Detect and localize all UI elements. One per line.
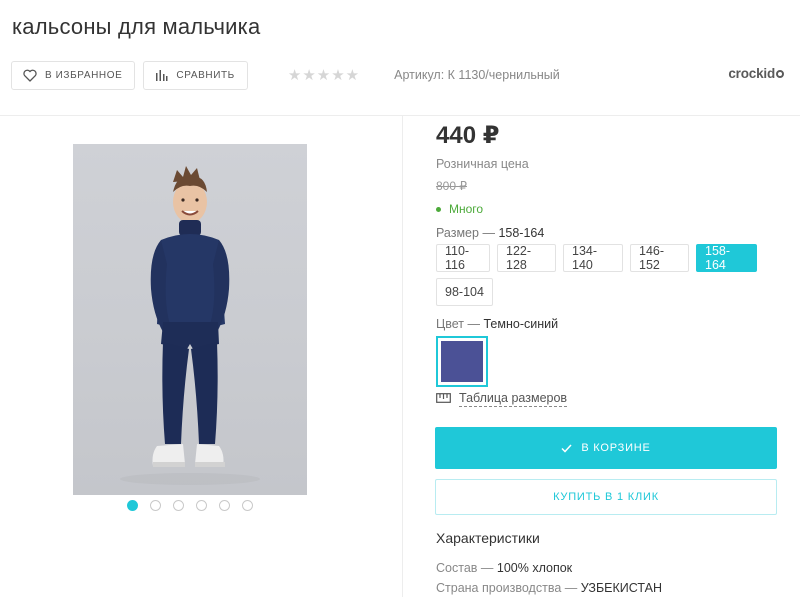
characteristics-title: Характеристики — [436, 530, 540, 546]
ruler-icon — [436, 392, 451, 406]
characteristic-separator: — — [564, 581, 578, 595]
stock-status: Много — [436, 202, 483, 216]
product-photo[interactable] — [73, 144, 307, 495]
column-divider — [402, 116, 403, 597]
page-title: кальсоны для мальчика — [12, 14, 261, 39]
size-separator: — — [482, 226, 495, 240]
size-label: Размер — [436, 226, 479, 240]
gallery-dot[interactable] — [219, 500, 230, 511]
size-option[interactable]: 122-128 — [497, 244, 556, 272]
boy-figure-illustration — [120, 166, 260, 485]
heart-icon — [23, 69, 37, 82]
in-cart-label: В КОРЗИНЕ — [581, 442, 651, 454]
color-label: Цвет — [436, 317, 465, 331]
gallery-dot[interactable] — [242, 500, 253, 511]
price: 440 ₽ — [436, 122, 500, 149]
compare-button[interactable]: СРАВНИТЬ — [143, 60, 248, 90]
gallery-dot[interactable] — [127, 500, 138, 511]
rating-stars[interactable]: ★ ★ ★ ★ ★ — [288, 66, 360, 84]
size-option[interactable]: 98-104 — [436, 278, 493, 306]
gallery-dots — [127, 500, 265, 511]
stock-label: Много — [449, 202, 484, 216]
size-option[interactable]: 146-152 — [630, 244, 689, 272]
brand-logo[interactable]: crockid — [728, 66, 784, 81]
color-heading: Цвет — Темно-синий — [436, 317, 558, 331]
characteristic-value: 100% хлопок — [496, 561, 573, 575]
gallery-dot[interactable] — [150, 500, 161, 511]
favorite-label: В ИЗБРАННОЕ — [45, 69, 123, 81]
star-icon[interactable]: ★ — [302, 66, 315, 84]
brand-name: crockid — [728, 66, 775, 81]
bar-chart-icon — [155, 69, 168, 81]
color-separator: — — [467, 317, 481, 331]
header-divider — [0, 115, 800, 116]
color-selected-value: Темно-синий — [483, 317, 559, 331]
color-swatch-selected[interactable] — [436, 336, 488, 387]
characteristic-name: Состав — [436, 561, 478, 575]
in-cart-button[interactable]: В КОРЗИНЕ — [435, 427, 777, 469]
size-table-link[interactable]: Таблица размеров — [436, 391, 568, 407]
gallery-dot[interactable] — [173, 500, 184, 511]
characteristic-row: Страна производства — УЗБЕКИСТАН — [436, 581, 662, 595]
article-number: Артикул: К 1130/чернильный — [394, 68, 560, 82]
size-heading: Размер — 158-164 — [436, 226, 544, 240]
size-option-selected[interactable]: 158-164 — [696, 244, 757, 272]
color-swatch — [441, 341, 483, 382]
characteristic-name: Страна производства — [436, 581, 562, 595]
retail-price-label: Розничная цена — [436, 157, 529, 171]
size-option[interactable]: 134-140 — [563, 244, 623, 272]
star-icon[interactable]: ★ — [317, 66, 330, 84]
size-table-label: Таблица размеров — [459, 391, 568, 407]
check-icon — [561, 443, 572, 453]
size-selected-value: 158-164 — [498, 226, 545, 240]
product-toolbar: В ИЗБРАННОЕ СРАВНИТЬ ★ ★ ★ ★ ★ Артикул: … — [11, 60, 560, 90]
gallery-dot[interactable] — [196, 500, 207, 511]
buy-one-click-button[interactable]: КУПИТЬ В 1 КЛИК — [435, 479, 777, 515]
size-option[interactable]: 110-116 — [436, 244, 490, 272]
characteristic-separator: — — [480, 561, 494, 575]
characteristic-row: Состав — 100% хлопок — [436, 561, 572, 575]
stock-dot-icon — [436, 206, 441, 212]
star-icon[interactable]: ★ — [331, 66, 344, 84]
size-options: 110-116 122-128 134-140 146-152 158-164 … — [436, 244, 776, 312]
star-icon[interactable]: ★ — [288, 66, 301, 84]
star-icon[interactable]: ★ — [346, 66, 359, 84]
characteristic-value: УЗБЕКИСТАН — [580, 581, 662, 595]
old-price: 800 ₽ — [436, 179, 467, 193]
favorite-button[interactable]: В ИЗБРАННОЕ — [11, 60, 136, 90]
brand-dot-icon — [776, 70, 784, 78]
compare-label: СРАВНИТЬ — [176, 69, 235, 81]
